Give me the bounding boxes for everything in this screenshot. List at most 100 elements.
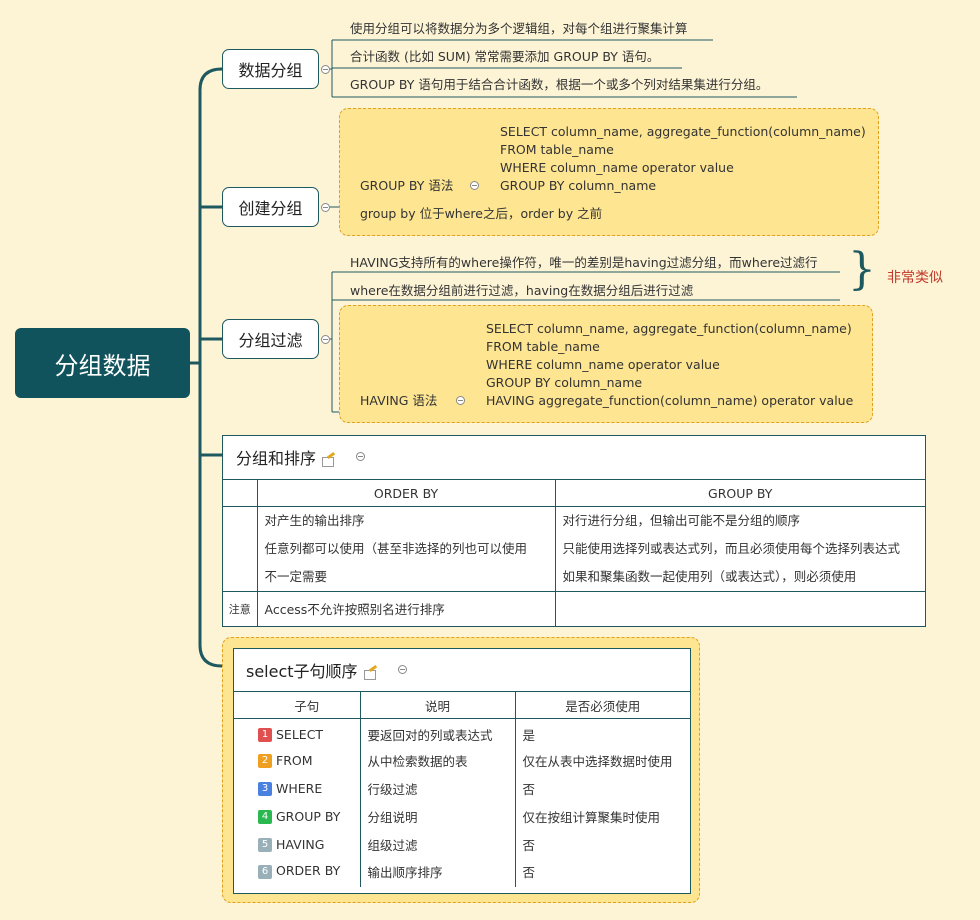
edit-note-icon[interactable] — [363, 667, 377, 680]
table-cell — [234, 691, 254, 719]
table-cell: 5 HAVING — [254, 830, 361, 859]
code-line: WHERE column_name operator value — [500, 160, 734, 175]
table-row: 6 ORDER BY 输出顺序排序否 — [234, 858, 690, 887]
clause-name: GROUP BY — [276, 808, 341, 824]
clause-name: ORDER BY — [276, 863, 341, 879]
table-cell: 3 WHERE — [254, 774, 361, 803]
leaf-text: group by 位于where之后，order by 之前 — [360, 206, 603, 221]
collapse-icon[interactable] — [470, 181, 479, 190]
table-cell: 是 — [522, 727, 536, 743]
group-sort-table: ORDER BY GROUP BY 对产生的输出排序 任意列都可以使用（甚至非选… — [223, 479, 925, 626]
collapse-icon[interactable] — [356, 452, 365, 461]
leaf-text: GROUP BY 语句用于结合合计函数，根据一个或多个列对结果集进行分组。 — [350, 77, 769, 92]
topic-label: 创建分组 — [238, 199, 303, 218]
table-cell: 组级过滤 — [360, 830, 516, 859]
table-cell: 分组说明 — [360, 802, 516, 831]
topic-create-group[interactable]: 创建分组 — [222, 187, 319, 227]
table-cell — [234, 831, 254, 859]
cell-line: 不一定需要 — [264, 569, 328, 584]
brace-note: 非常类似 — [887, 270, 943, 286]
collapse-icon[interactable] — [321, 203, 330, 212]
cell-line: 如果和聚集函数一起使用列（或表达式），则必须使用 — [562, 569, 857, 584]
number-badge-icon: 2 — [258, 754, 272, 769]
number-badge-icon: 4 — [258, 810, 272, 825]
code-line: FROM table_name — [486, 339, 600, 354]
edit-note-icon[interactable] — [321, 454, 335, 467]
table-cell: 行级过滤 — [360, 774, 516, 803]
table-cell — [234, 803, 254, 831]
table-cell — [234, 859, 254, 887]
table-cell: 要返回对的列或表达式 — [360, 718, 516, 747]
cell-line: 只能使用选择列或表达式列，而且必须使用每个选择列表达式 — [562, 541, 901, 556]
select-order-title-row: select子句顺序 — [246, 658, 377, 682]
table-row: 3 WHERE 行级过滤否 — [234, 774, 690, 803]
collapse-icon[interactable] — [456, 396, 465, 405]
cell-line: 对产生的输出排序 — [264, 513, 365, 528]
code-line: SELECT column_name, aggregate_function(c… — [500, 124, 866, 139]
table-cell: 对行进行分组，但输出可能不是分组的顺序 只能使用选择列或表达式列，而且必须使用每… — [554, 506, 925, 592]
code-line: FROM table_name — [500, 142, 614, 157]
table-cell: 注意 — [223, 591, 258, 626]
code-block: SELECT column_name, aggregate_function(c… — [486, 320, 853, 410]
number-badge-icon: 3 — [258, 782, 272, 797]
table-cell: 4 GROUP BY — [254, 802, 361, 831]
table-cell: 仅在按组计算聚集时使用 — [522, 810, 661, 825]
brace-icon: } — [848, 244, 876, 295]
table-cell: 否 — [522, 864, 536, 880]
group-sort-title-row: 分组和排序 — [236, 445, 335, 469]
number-badge-icon: 5 — [258, 838, 272, 853]
root-topic[interactable]: 分组数据 — [15, 328, 190, 398]
collapse-icon[interactable] — [321, 335, 330, 344]
clause-name: FROM — [276, 752, 313, 768]
table-cell: 从中检索数据的表 — [360, 746, 516, 775]
table-cell — [223, 479, 258, 507]
topic-label: 分组过滤 — [238, 331, 303, 350]
table-cell: 对产生的输出排序 任意列都可以使用（甚至非选择的列也可以使用 不一定需要 — [256, 506, 556, 592]
table-row: 4 GROUP BY 分组说明 仅在按组计算聚集时使用 — [234, 802, 690, 831]
clause-name: WHERE — [276, 780, 323, 796]
table-row: 2 FROM 从中检索数据的表 仅在从表中选择数据时使用 — [234, 746, 690, 775]
cell-line: 任意列都可以使用（甚至非选择的列也可以使用 — [264, 541, 528, 556]
table-cell: 2 FROM — [254, 746, 361, 775]
collapse-icon[interactable] — [398, 665, 407, 674]
code-line: GROUP BY column_name — [486, 375, 643, 390]
table-header: GROUP BY — [554, 479, 925, 507]
table-row: 5 HAVING 组级过滤否 — [234, 830, 690, 859]
table-row: 1 SELECT 要返回对的列或表达式是 — [234, 718, 690, 747]
topic-data-grouping[interactable]: 数据分组 — [222, 49, 319, 89]
leaf-text: 使用分组可以将数据分为多个逻辑组，对每个组进行聚集计算 — [350, 21, 688, 36]
table-cell: 仅在从表中选择数据时使用 — [522, 754, 673, 769]
table-cell — [234, 775, 254, 803]
table-header: ORDER BY — [256, 479, 556, 507]
table-cell: 否 — [522, 838, 536, 853]
leaf-text: where在数据分组前进行过滤，having在数据分组后进行过滤 — [350, 283, 694, 298]
clause-name: SELECT — [276, 726, 324, 742]
topic-label: 分组和排序 — [236, 449, 317, 468]
table-cell — [234, 719, 254, 747]
collapse-icon[interactable] — [321, 65, 330, 74]
code-block: SELECT column_name, aggregate_function(c… — [500, 123, 866, 195]
topic-filter-group[interactable]: 分组过滤 — [222, 319, 319, 359]
table-cell — [554, 591, 925, 626]
table-header: 是否必须使用 — [514, 691, 690, 719]
table-header: 说明 — [359, 691, 516, 719]
code-line: WHERE column_name operator value — [486, 357, 720, 372]
syntax-label: HAVING 语法 — [360, 393, 438, 408]
number-badge-icon: 1 — [258, 728, 272, 742]
group-sort-topic[interactable]: 分组和排序 ORDER BY GROUP BY 对产生的输出排序 任意列都可以使… — [222, 435, 926, 627]
leaf-text: 合计函数 (比如 SUM) 常常需要添加 GROUP BY 语句。 — [350, 49, 660, 64]
table-cell: 否 — [522, 782, 536, 797]
table-cell — [234, 747, 254, 775]
code-line: HAVING aggregate_function(column_name) o… — [486, 393, 854, 408]
table-cell: 1 SELECT — [254, 718, 361, 747]
topic-label: select子句顺序 — [246, 662, 358, 681]
root-label: 分组数据 — [54, 351, 151, 380]
table-header: 子句 — [254, 691, 361, 719]
topic-label: 数据分组 — [238, 61, 303, 80]
clause-name: HAVING — [276, 836, 325, 852]
table-cell: Access不允许按照别名进行排序 — [256, 591, 556, 626]
cell-line: 对行进行分组，但输出可能不是分组的顺序 — [562, 513, 801, 528]
select-order-topic[interactable]: select子句顺序 子句 说明 是否必须使用 1 SELECT 要返回对的列或表达… — [233, 648, 691, 894]
number-badge-icon: 6 — [258, 864, 272, 879]
table-cell: 输出顺序排序 — [360, 858, 516, 887]
